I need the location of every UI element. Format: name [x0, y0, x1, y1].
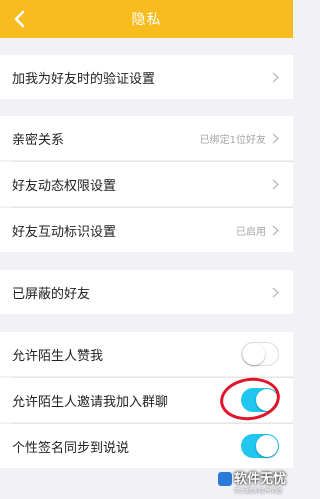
- watermark: 软件无忧 努力解决软件问题: [218, 466, 293, 499]
- row-value: 已启用: [236, 226, 266, 238]
- header-bar: 隐私: [0, 0, 293, 38]
- row-signature-sync: 个性签名同步到说说: [0, 424, 293, 468]
- signature-sync-toggle[interactable]: [241, 434, 279, 458]
- row-verify-settings[interactable]: 加我为好友时的验证设置: [0, 55, 293, 99]
- row-label: 个性签名同步到说说: [12, 440, 130, 456]
- row-label: 已屏蔽的好友: [12, 286, 91, 302]
- chevron-right-icon: [272, 133, 279, 143]
- row-label: 好友动态权限设置: [12, 178, 117, 194]
- row-label: 允许陌生人赞我: [12, 348, 104, 364]
- watermark-logo-icon: [218, 472, 232, 486]
- row-moments-permission[interactable]: 好友动态权限设置: [0, 162, 293, 206]
- chevron-right-icon: [272, 287, 279, 297]
- row-intimate-relation[interactable]: 亲密关系 已绑定1位好友: [0, 116, 293, 160]
- page-title: 隐私: [131, 12, 162, 28]
- chevron-left-icon: [14, 10, 25, 28]
- back-button[interactable]: [6, 5, 32, 33]
- watermark-title: 软件无忧: [234, 472, 287, 487]
- row-label: 加我为好友时的验证设置: [12, 71, 156, 87]
- watermark-subtitle: 努力解决软件问题: [234, 488, 283, 495]
- row-interaction-badge[interactable]: 好友互动标识设置 已启用: [0, 208, 293, 252]
- chevron-right-icon: [272, 72, 279, 82]
- toggle-knob: [256, 435, 278, 457]
- chevron-right-icon: [272, 179, 279, 189]
- row-value: 已绑定1位好友: [199, 134, 266, 146]
- row-label: 允许陌生人邀请我加入群聊: [12, 394, 169, 410]
- row-label: 好友互动标识设置: [12, 224, 117, 240]
- stranger-like-toggle[interactable]: [241, 342, 279, 366]
- row-stranger-like: 允许陌生人赞我: [0, 332, 293, 376]
- toggle-knob: [243, 343, 265, 365]
- row-label: 亲密关系: [12, 132, 65, 148]
- row-blocked-friends[interactable]: 已屏蔽的好友: [0, 270, 293, 314]
- chevron-right-icon: [272, 225, 279, 235]
